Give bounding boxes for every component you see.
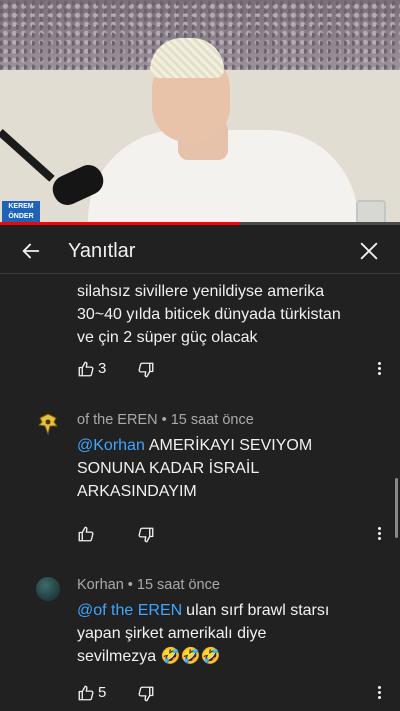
like-icon[interactable] [77,360,95,378]
like-icon[interactable] [77,684,95,702]
channel-badge: KEREM ÖNDER [2,201,40,223]
comment-3-mention[interactable]: @of the EREN [77,602,182,619]
comment-3-emojis: 🤣🤣🤣 [160,648,221,665]
dislike-icon[interactable] [137,526,155,544]
more-options-icon[interactable] [378,362,382,377]
more-options-icon[interactable] [378,527,382,542]
badge-line-2: ÖNDER [8,213,34,220]
badge-line-1: KEREM [8,203,34,210]
replies-header: Yanıtlar [0,228,400,274]
comment-3-time: • 15 saat önce [127,577,220,593]
comment-3-like-count: 5 [98,684,107,701]
video-progress-bar[interactable] [0,222,400,225]
video-glass [356,200,386,224]
scrollbar-thumb[interactable] [395,478,398,538]
close-icon[interactable] [358,240,380,262]
replies-title: Yanıtlar [68,240,136,262]
more-options-icon[interactable] [378,686,382,701]
comment-2-line-1: AMERİKAYI SEVIYOM [148,437,313,454]
comment-2-mention[interactable]: @Korhan [77,437,145,454]
dislike-icon[interactable] [137,685,155,703]
comment-1-line-2: 30~40 yılda biticek dünyada türkistan [77,306,341,323]
comment-2-line-2: SONUNA KADAR İSRAİL [77,460,260,477]
video-player[interactable]: KEREM ÖNDER [0,0,400,224]
comment-3-meta: Korhan • 15 saat önce [77,577,220,593]
avatar[interactable] [36,412,60,436]
comment-2-meta: of the EREN • 15 saat önce [77,412,254,428]
comment-3-text: @of the EREN ulan sırf brawl starsı yapan… [77,599,329,668]
comment-3-author[interactable]: Korhan [77,577,124,593]
comment-1-line-3: ve çin 2 süper güç olacak [77,329,258,346]
video-progress-fill [0,222,240,225]
comment-2-author[interactable]: of the EREN [77,412,158,428]
like-icon[interactable] [77,525,95,543]
comment-2-time: • 15 saat önce [161,412,254,428]
comment-3-line-1: ulan sırf brawl starsı [186,602,330,619]
comment-1-text: silahsız sivillere yenildiyse amerika 30… [77,280,341,349]
comment-2-line-3: ARKASINDAYIM [77,483,197,500]
avatar[interactable] [36,577,60,601]
comment-1-like-count: 3 [98,360,107,377]
comment-3-line-3: sevilmezya [77,648,157,665]
comment-2-text: @Korhan AMERİKAYI SEVIYOM SONUNA KADAR İS… [77,434,312,503]
dislike-icon[interactable] [137,361,155,379]
comment-3-line-2: yapan şirket amerikalı diye [77,625,267,642]
arrow-left-icon[interactable] [20,240,42,262]
comment-1-line-1: silahsız sivillere yenildiyse amerika [77,283,325,300]
